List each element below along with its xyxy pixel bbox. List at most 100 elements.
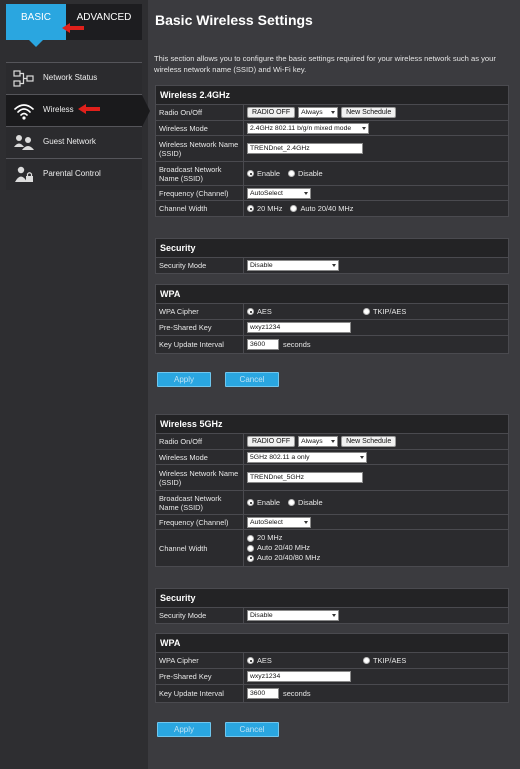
cancel-button[interactable]: Cancel: [225, 372, 279, 387]
section-title: Security: [156, 239, 508, 258]
radio-label-text: Auto 20/40 MHz: [300, 204, 354, 213]
interval-row: Key Update Interval 3600 seconds: [156, 685, 508, 702]
apply-button[interactable]: Apply: [157, 722, 211, 737]
radio-off-button[interactable]: RADIO OFF: [247, 107, 296, 118]
psk-label: Pre-Shared Key: [156, 320, 244, 335]
psk-input[interactable]: wxyz1234: [247, 322, 351, 333]
security-5-section: Security Security Mode Disable: [155, 588, 509, 624]
cancel-button[interactable]: Cancel: [225, 722, 279, 737]
tab-advanced[interactable]: ADVANCED: [66, 4, 142, 40]
cipher-aes-radio[interactable]: [247, 308, 254, 315]
sidebar-item-parental-control[interactable]: Parental Control: [6, 158, 142, 190]
width-auto-40-radio[interactable]: [247, 544, 254, 552]
channel-width-label: Channel Width: [156, 201, 244, 216]
schedule-select[interactable]: Always: [298, 107, 339, 118]
sidebar: BASIC ADVANCED Network Status Wireless G…: [0, 0, 150, 769]
sidebar-item-label: Wireless: [43, 105, 74, 114]
tab-basic[interactable]: BASIC: [6, 4, 66, 47]
security-24-section: Security Security Mode Disable: [155, 238, 509, 274]
ssid-label: Wireless Network Name (SSID): [156, 136, 244, 161]
cipher-row: WPA Cipher AES TKIP/AES: [156, 304, 508, 320]
broadcast-disable-radio[interactable]: [288, 499, 296, 506]
radio-row: Radio On/Off RADIO OFF Always New Schedu…: [156, 434, 508, 450]
cipher-tkip-radio[interactable]: [363, 308, 370, 315]
security-mode-row: Security Mode Disable: [156, 608, 508, 623]
radio-label-text: AES: [257, 656, 272, 665]
parental-control-icon: [13, 165, 35, 185]
security-mode-select[interactable]: Disable: [247, 610, 339, 621]
width-20-radio[interactable]: [247, 534, 254, 542]
security-mode-select-value: Disable: [250, 612, 273, 619]
tab-basic-label: BASIC: [20, 12, 51, 23]
apply-button[interactable]: Apply: [157, 372, 211, 387]
tab-notch: [29, 40, 43, 47]
sidebar-item-label: Guest Network: [43, 137, 96, 146]
radio-label-text: Auto 20/40 MHz: [257, 543, 310, 552]
ssid-row: Wireless Network Name (SSID) TRENDnet_2.…: [156, 136, 508, 162]
width-20-radio[interactable]: [247, 205, 254, 212]
radio-label-text: Disable: [298, 169, 323, 178]
ssid-input[interactable]: TRENDnet_5GHz: [247, 472, 363, 483]
radio-label-text: 20 MHz: [257, 533, 283, 542]
interval-label: Key Update Interval: [156, 336, 244, 353]
sidebar-item-network-status[interactable]: Network Status: [6, 62, 142, 94]
new-schedule-button[interactable]: New Schedule: [341, 436, 397, 447]
active-pointer: [142, 95, 150, 127]
tab-advanced-label: ADVANCED: [76, 12, 132, 23]
interval-input[interactable]: 3600: [247, 339, 279, 350]
radio-label: Radio On/Off: [156, 434, 244, 449]
ssid-row: Wireless Network Name (SSID) TRENDnet_5G…: [156, 465, 508, 491]
width-auto-80-radio[interactable]: [247, 554, 254, 562]
sidebar-item-label: Network Status: [43, 73, 98, 82]
security-mode-select[interactable]: Disable: [247, 260, 339, 271]
security-mode-select-value: Disable: [250, 262, 273, 269]
interval-unit: seconds: [283, 340, 311, 349]
channel-width-label: Channel Width: [156, 530, 244, 566]
frequency-label: Frequency (Channel): [156, 186, 244, 200]
red-arrow-icon: [62, 23, 84, 33]
interval-input[interactable]: 3600: [247, 688, 279, 699]
chevron-down-icon: [331, 440, 336, 443]
red-arrow-icon: [78, 104, 100, 114]
broadcast-enable-radio[interactable]: [247, 499, 254, 506]
wireless-mode-select[interactable]: 2.4GHz 802.11 b/g/n mixed mode: [247, 122, 369, 134]
psk-row: Pre-Shared Key wxyz1234: [156, 320, 508, 336]
schedule-select[interactable]: Always: [298, 436, 339, 447]
chevron-down-icon: [360, 455, 364, 459]
broadcast-enable-radio[interactable]: [247, 170, 254, 177]
sidebar-item-label: Parental Control: [43, 169, 101, 178]
cipher-tkip-radio[interactable]: [363, 657, 370, 664]
chevron-down-icon: [332, 264, 336, 267]
new-schedule-button[interactable]: New Schedule: [341, 107, 397, 118]
ssid-input[interactable]: TRENDnet_2.4GHz: [247, 143, 363, 154]
page-intro: This section allows you to configure the…: [154, 54, 496, 74]
section-title: Security: [156, 589, 508, 608]
frequency-select[interactable]: AutoSelect: [247, 187, 311, 199]
section-title: Wireless 5GHz: [156, 415, 508, 434]
radio-off-button[interactable]: RADIO OFF: [247, 436, 296, 447]
broadcast-disable-radio[interactable]: [288, 170, 296, 177]
radio-label-text: TKIP/AES: [373, 656, 407, 665]
sidebar-item-guest-network[interactable]: Guest Network: [6, 126, 142, 158]
broadcast-label: Broadcast Network Name (SSID): [156, 162, 244, 185]
chevron-down-icon: [331, 111, 336, 114]
psk-input[interactable]: wxyz1234: [247, 671, 351, 682]
frequency-select[interactable]: AutoSelect: [247, 516, 311, 528]
wireless-mode-select[interactable]: 5GHz 802.11 a only: [247, 451, 367, 463]
section-title: WPA: [156, 285, 508, 304]
mode-row: Wireless Mode 5GHz 802.11 a only: [156, 450, 508, 465]
cipher-row: WPA Cipher AES TKIP/AES: [156, 653, 508, 669]
width-auto-radio[interactable]: [290, 205, 298, 212]
mode-label: Wireless Mode: [156, 121, 244, 135]
schedule-select-value: Always: [301, 438, 323, 445]
radio-label-text: Enable: [257, 169, 281, 178]
wireless-5-section: Wireless 5GHz Radio On/Off RADIO OFF Alw…: [155, 414, 509, 567]
mode-row: Wireless Mode 2.4GHz 802.11 b/g/n mixed …: [156, 121, 508, 136]
sidebar-item-wireless[interactable]: Wireless: [6, 94, 150, 127]
security-mode-label: Security Mode: [156, 608, 244, 623]
section-title: WPA: [156, 634, 508, 653]
cipher-aes-radio[interactable]: [247, 657, 254, 664]
frequency-select-value: AutoSelect: [250, 518, 283, 526]
radio-row: Radio On/Off RADIO OFF Always New Schedu…: [156, 105, 508, 121]
cipher-label: WPA Cipher: [156, 304, 244, 319]
